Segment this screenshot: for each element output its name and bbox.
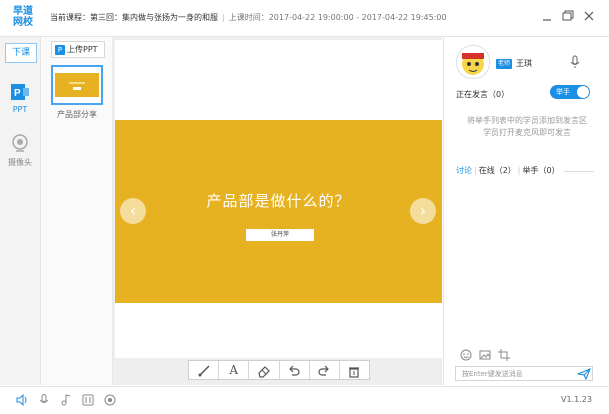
text-icon[interactable]: A — [219, 361, 250, 379]
logo-line2: 网校 — [13, 17, 33, 28]
next-slide-button[interactable]: › — [410, 198, 436, 224]
tab-separator: | — [474, 166, 477, 175]
logo-line1: 早道 — [13, 6, 33, 17]
teacher-avatar — [456, 45, 490, 79]
teacher-name: 王琪 — [516, 59, 532, 68]
drawing-toolbar: A — [188, 360, 370, 380]
course-info: 当前课程：第三回：集内做与张扬为一身的和服 | 上课时间：2017-04-22 19… — [50, 12, 447, 23]
slide-thumbnails: P 上传PPT 产品部分享 — [41, 37, 113, 385]
redo-icon[interactable] — [310, 361, 340, 379]
class-time: 上课时间：2017-04-22 19:00:00 - 2017-04-22 19… — [228, 13, 447, 22]
raise-hand-toggle-label: 举手 — [556, 88, 570, 96]
eraser-icon[interactable] — [249, 361, 280, 379]
music-icon[interactable] — [60, 394, 72, 406]
tab-online[interactable]: 在线（2） — [479, 166, 516, 175]
camera-icon[interactable] — [10, 134, 30, 152]
tab-separator: | — [517, 166, 521, 175]
chat-input[interactable]: 按Enter键发送消息 — [455, 366, 593, 381]
speaking-hint-line2: 学员打开麦克风即可发言 — [483, 128, 571, 137]
speaking-hint-line1: 将举手列表中的学员添加到发言区 — [467, 116, 587, 125]
brush-icon[interactable] — [189, 361, 220, 379]
teacher-badge: 老师 — [496, 59, 513, 69]
speaking-count: 正在发言（0） — [456, 90, 510, 99]
ppt-icon[interactable]: P — [10, 83, 30, 101]
title-bar: 早道 网校 当前课程：第三回：集内做与张扬为一身的和服 | 上课时间：2017-04… — [0, 0, 609, 37]
course-label: 当前课程：第三回：集内做与张扬为一身的和服 — [50, 13, 218, 22]
close-icon[interactable] — [582, 9, 596, 23]
upload-ppt-label: 上传PPT — [67, 45, 98, 54]
app-logo: 早道 网校 — [8, 6, 38, 30]
thumbnail-name-box — [73, 87, 81, 90]
ppt-label[interactable]: PPT — [0, 105, 40, 114]
slide-thumbnail[interactable] — [51, 65, 103, 105]
restore-icon[interactable] — [560, 9, 574, 23]
upload-ppt-button[interactable]: P 上传PPT — [51, 41, 105, 58]
record-icon[interactable] — [104, 394, 116, 406]
screenshot-icon[interactable] — [498, 349, 510, 361]
undo-icon[interactable] — [280, 361, 310, 379]
thumbnail-label: 产品部分享 — [57, 110, 97, 119]
slide-presenter: 张丹萍 — [246, 229, 314, 241]
interaction-panel: 老师 王琪 正在发言（0） 举手 将举手列表中的学员添加到发言区 学员打开麦克风… — [443, 37, 609, 385]
svg-text:P: P — [14, 88, 21, 99]
thumbnail-preview — [55, 73, 99, 97]
clear-icon[interactable] — [340, 361, 369, 379]
tab-raise-hand[interactable]: 举手（0） — [523, 166, 560, 175]
course-separator: | — [222, 13, 225, 22]
slide-title: 产品部是做什么的？ — [206, 192, 351, 210]
tabs-divider — [564, 171, 594, 172]
speaker-icon[interactable] — [16, 393, 28, 407]
minimize-icon[interactable] — [540, 9, 554, 23]
raise-hand-toggle[interactable]: 举手 — [550, 85, 590, 99]
camera-label[interactable]: 摄像头 — [0, 157, 40, 168]
settings-icon[interactable] — [82, 394, 94, 406]
ppt-file-icon: P — [55, 44, 65, 55]
slide-band — [115, 120, 442, 303]
tab-discuss[interactable]: 讨论 — [456, 166, 472, 175]
end-class-button[interactable]: 下课 — [5, 43, 37, 63]
emoji-icon[interactable] — [460, 349, 472, 361]
toggle-knob — [577, 86, 589, 98]
app-version: V1.1.23 — [561, 395, 592, 404]
image-icon[interactable] — [479, 349, 491, 361]
thumbnail-title-line — [69, 82, 85, 84]
microphone-icon[interactable] — [570, 55, 580, 69]
prev-slide-button[interactable]: ‹ — [120, 198, 146, 224]
left-rail: 下课 P PPT 摄像头 — [0, 37, 41, 385]
send-icon[interactable] — [576, 367, 591, 381]
microphone-icon[interactable] — [38, 394, 50, 406]
